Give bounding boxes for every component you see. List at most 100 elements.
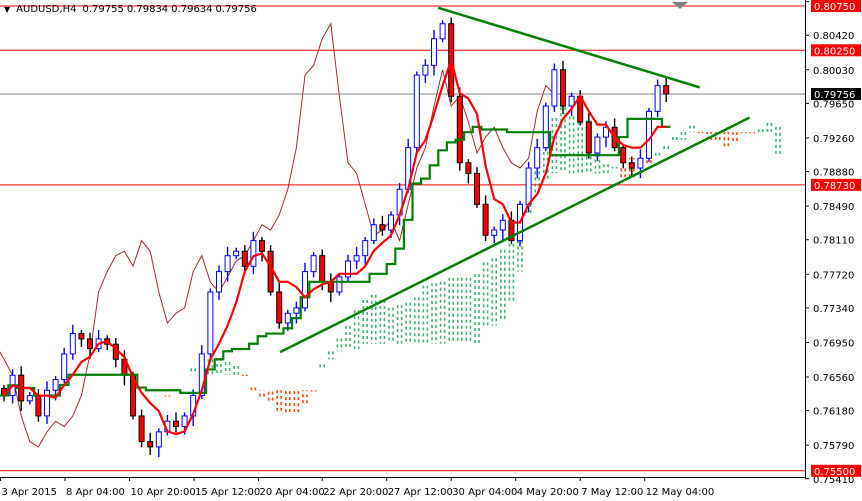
candle-body bbox=[465, 162, 472, 174]
candle bbox=[370, 218, 377, 245]
candle bbox=[233, 247, 240, 260]
candle-body bbox=[439, 23, 446, 40]
candle-body bbox=[499, 219, 506, 231]
candle-body bbox=[259, 240, 265, 252]
candle bbox=[112, 338, 119, 368]
candle-body bbox=[69, 333, 76, 355]
candle bbox=[517, 200, 523, 247]
x-tick-label: 27 Apr 12:00 bbox=[388, 487, 453, 498]
current-price-tag-label: 0.79756 bbox=[814, 90, 855, 101]
x-tick-label: 12 May 04:00 bbox=[646, 487, 715, 498]
candle bbox=[216, 265, 222, 300]
candle bbox=[542, 102, 549, 152]
candle bbox=[61, 347, 68, 384]
candle bbox=[551, 63, 558, 112]
candle-body bbox=[525, 167, 532, 205]
symbol-timeframe: AUDUSD,H4 bbox=[16, 4, 77, 15]
candle bbox=[345, 254, 351, 283]
y-tick-label: 0.79650 bbox=[813, 99, 854, 110]
candle bbox=[327, 273, 334, 303]
candle bbox=[413, 71, 420, 154]
y-tick-label: 0.78490 bbox=[813, 202, 854, 213]
candle bbox=[465, 159, 472, 184]
x-tick-label: 22 Apr 20:00 bbox=[323, 487, 388, 498]
candle bbox=[379, 215, 386, 236]
candle-body bbox=[388, 214, 394, 231]
candle bbox=[302, 262, 308, 312]
x-tick-label: 4 May 20:00 bbox=[517, 487, 579, 498]
candle-body bbox=[560, 69, 566, 107]
candle-body bbox=[302, 271, 308, 309]
candle-body bbox=[319, 255, 326, 283]
candle bbox=[594, 133, 601, 161]
dropdown-triangle-icon[interactable]: ▼ bbox=[4, 5, 10, 14]
candle bbox=[95, 330, 102, 353]
candle-body bbox=[207, 291, 214, 355]
candle bbox=[663, 76, 670, 102]
candle-body bbox=[147, 441, 154, 448]
candle-body bbox=[542, 105, 549, 149]
candle-body bbox=[628, 162, 635, 169]
candle bbox=[26, 392, 33, 405]
y-tick-label: 0.78110 bbox=[813, 236, 854, 247]
candle-body bbox=[379, 224, 386, 231]
candle bbox=[560, 60, 566, 115]
candle-body bbox=[155, 431, 162, 448]
candle-body bbox=[585, 121, 592, 154]
candle-body bbox=[620, 147, 627, 164]
candle bbox=[207, 288, 214, 360]
trendline-support bbox=[279, 116, 751, 354]
candle-body bbox=[474, 172, 480, 205]
candle-body bbox=[370, 224, 377, 242]
price-chart[interactable]: 0.808000.804200.800300.796500.792600.788… bbox=[0, 0, 862, 501]
candle bbox=[224, 246, 231, 282]
candle-body bbox=[276, 291, 283, 324]
x-tick-label: 20 Apr 04:00 bbox=[260, 487, 325, 498]
candle-body bbox=[44, 389, 50, 417]
y-tick-label: 0.79260 bbox=[813, 134, 854, 145]
candle-body bbox=[52, 379, 59, 391]
candle-body bbox=[61, 353, 68, 381]
candle bbox=[173, 412, 179, 433]
candle-body bbox=[327, 281, 334, 293]
y-tick-label: 0.75790 bbox=[813, 441, 854, 452]
y-tick-label: 0.80030 bbox=[813, 66, 854, 77]
y-tick-label: 0.80420 bbox=[813, 31, 854, 42]
y-tick-label: 0.78880 bbox=[813, 168, 854, 179]
candle-body bbox=[293, 307, 300, 314]
candle bbox=[69, 324, 76, 360]
x-tick-label: 8 Apr 04:00 bbox=[66, 487, 125, 498]
candle bbox=[353, 246, 360, 269]
candle bbox=[646, 107, 652, 162]
level-tag-label: 0.78730 bbox=[814, 181, 855, 192]
candle bbox=[138, 409, 145, 448]
ohlc-close: 0.79756 bbox=[215, 4, 257, 15]
candle bbox=[293, 301, 300, 324]
x-tick-label: 10 Apr 20:00 bbox=[131, 487, 196, 498]
candle bbox=[155, 428, 162, 458]
x-tick-label: 15 Apr 12:00 bbox=[195, 487, 260, 498]
y-tick-label: 0.76180 bbox=[813, 407, 854, 418]
plot-area bbox=[0, 5, 805, 472]
candle-body bbox=[173, 420, 179, 428]
candle-body bbox=[456, 95, 463, 164]
candle-body bbox=[362, 240, 369, 257]
candle-body bbox=[310, 255, 317, 273]
candle-body bbox=[491, 229, 498, 236]
candle-body bbox=[250, 240, 257, 267]
candle-body bbox=[353, 255, 360, 262]
level-tag-label: 0.75500 bbox=[814, 467, 855, 478]
candle-body bbox=[284, 312, 291, 324]
candle bbox=[620, 144, 627, 169]
candle-body bbox=[663, 85, 670, 95]
ohlc-low: 0.79634 bbox=[171, 4, 213, 15]
candle-body bbox=[654, 85, 661, 112]
x-tick-label: 3 Apr 2015 bbox=[2, 487, 57, 498]
candle bbox=[585, 113, 592, 159]
candle bbox=[499, 214, 506, 241]
y-tick-label: 0.76560 bbox=[813, 373, 854, 384]
candle-body bbox=[224, 255, 231, 273]
candle-body bbox=[336, 276, 343, 293]
candle-body bbox=[534, 147, 541, 169]
candle-body bbox=[233, 250, 240, 257]
